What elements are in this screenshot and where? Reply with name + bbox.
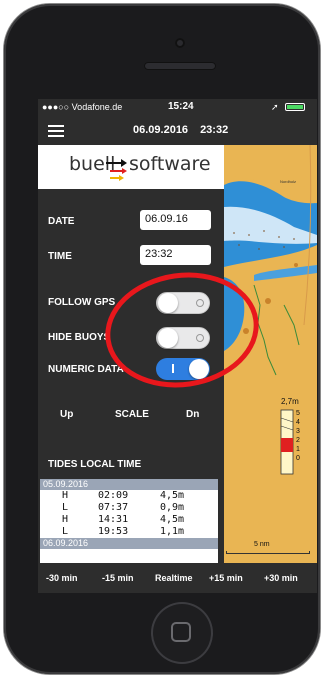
logo-word-software: software [129, 153, 211, 175]
battery-icon [285, 103, 305, 111]
tide-gauge-icon [280, 409, 294, 475]
tide-gauge-ticks: 543210 [296, 410, 300, 462]
tides-title: TIDES LOCAL TIME [48, 459, 142, 470]
home-square-icon [171, 622, 191, 642]
table-row: L 07:37 0,9m [40, 502, 218, 514]
tides-table: 05.09.2016 H 02:09 4,5m L 07:37 0,9m H 14:31 4… [40, 479, 218, 563]
date-label: DATE [48, 216, 75, 227]
tides-day-header: 05.09.2016 [40, 479, 218, 490]
tide-type: L [62, 502, 69, 513]
home-button[interactable] [151, 602, 213, 664]
logo-arrows-icon [106, 159, 127, 181]
tide-type: H [62, 514, 69, 525]
plus-15-button[interactable]: +15 min [209, 573, 243, 583]
tides-day-header: 06.09.2016 [40, 538, 218, 549]
tide-type: L [62, 526, 69, 537]
menu-icon[interactable] [48, 125, 64, 137]
nav-time: 23:32 [200, 124, 229, 136]
scale-up-button[interactable]: Up [60, 409, 73, 420]
time-label: TIME [48, 251, 72, 262]
buell-software-logo: buell software [38, 145, 224, 189]
front-camera [175, 38, 185, 48]
scale-label: SCALE [115, 409, 149, 420]
earpiece-speaker [144, 62, 216, 70]
svg-text:Nordholz: Nordholz [280, 179, 296, 184]
tide-gauge-value: 2,7m [281, 397, 299, 406]
table-row: L 19:53 1,1m [40, 526, 218, 538]
time-field[interactable]: 23:32 [140, 245, 211, 265]
tide-height: 0,9m [160, 502, 185, 513]
table-row: H 02:09 4,5m [40, 490, 218, 502]
tide-height: 1,1m [160, 526, 185, 537]
time-step-bar: -30 min -15 min Realtime +15 min +30 min [38, 563, 317, 593]
table-row: H 14:31 4,5m [40, 514, 218, 526]
minus-30-button[interactable]: -30 min [46, 573, 78, 583]
realtime-button[interactable]: Realtime [155, 573, 193, 583]
numeric-data-label: NUMERIC DATA [48, 364, 124, 375]
map-scale-bar [226, 551, 310, 554]
tide-time: 14:31 [98, 514, 129, 525]
tide-time: 07:37 [98, 502, 129, 513]
status-time: 15:24 [168, 101, 194, 112]
nav-title: 06.09.2016 23:32 [133, 124, 228, 136]
tide-height: 4,5m [160, 514, 185, 525]
scale-down-button[interactable]: Dn [186, 409, 199, 420]
nav-bar: 06.09.2016 23:32 [38, 115, 317, 145]
date-field[interactable]: 06.09.16 [140, 210, 211, 230]
tide-time: 02:09 [98, 490, 129, 501]
tide-height: 4,5m [160, 490, 185, 501]
plus-30-button[interactable]: +30 min [264, 573, 298, 583]
tide-time: 19:53 [98, 526, 129, 537]
follow-gps-label: FOLLOW GPS [48, 297, 116, 308]
carrier-label: ●●●○○ Vodafone.de [42, 102, 123, 112]
nav-date: 06.09.2016 [133, 124, 189, 136]
tide-type: H [62, 490, 69, 501]
location-arrow-icon: ➚ [271, 102, 279, 112]
minus-15-button[interactable]: -15 min [102, 573, 134, 583]
hide-buoys-label: HIDE BUOYS [48, 332, 111, 343]
status-bar: ●●●○○ Vodafone.de 15:24 ➚ [38, 99, 317, 115]
map-scale-text: 5 nm [254, 541, 270, 548]
